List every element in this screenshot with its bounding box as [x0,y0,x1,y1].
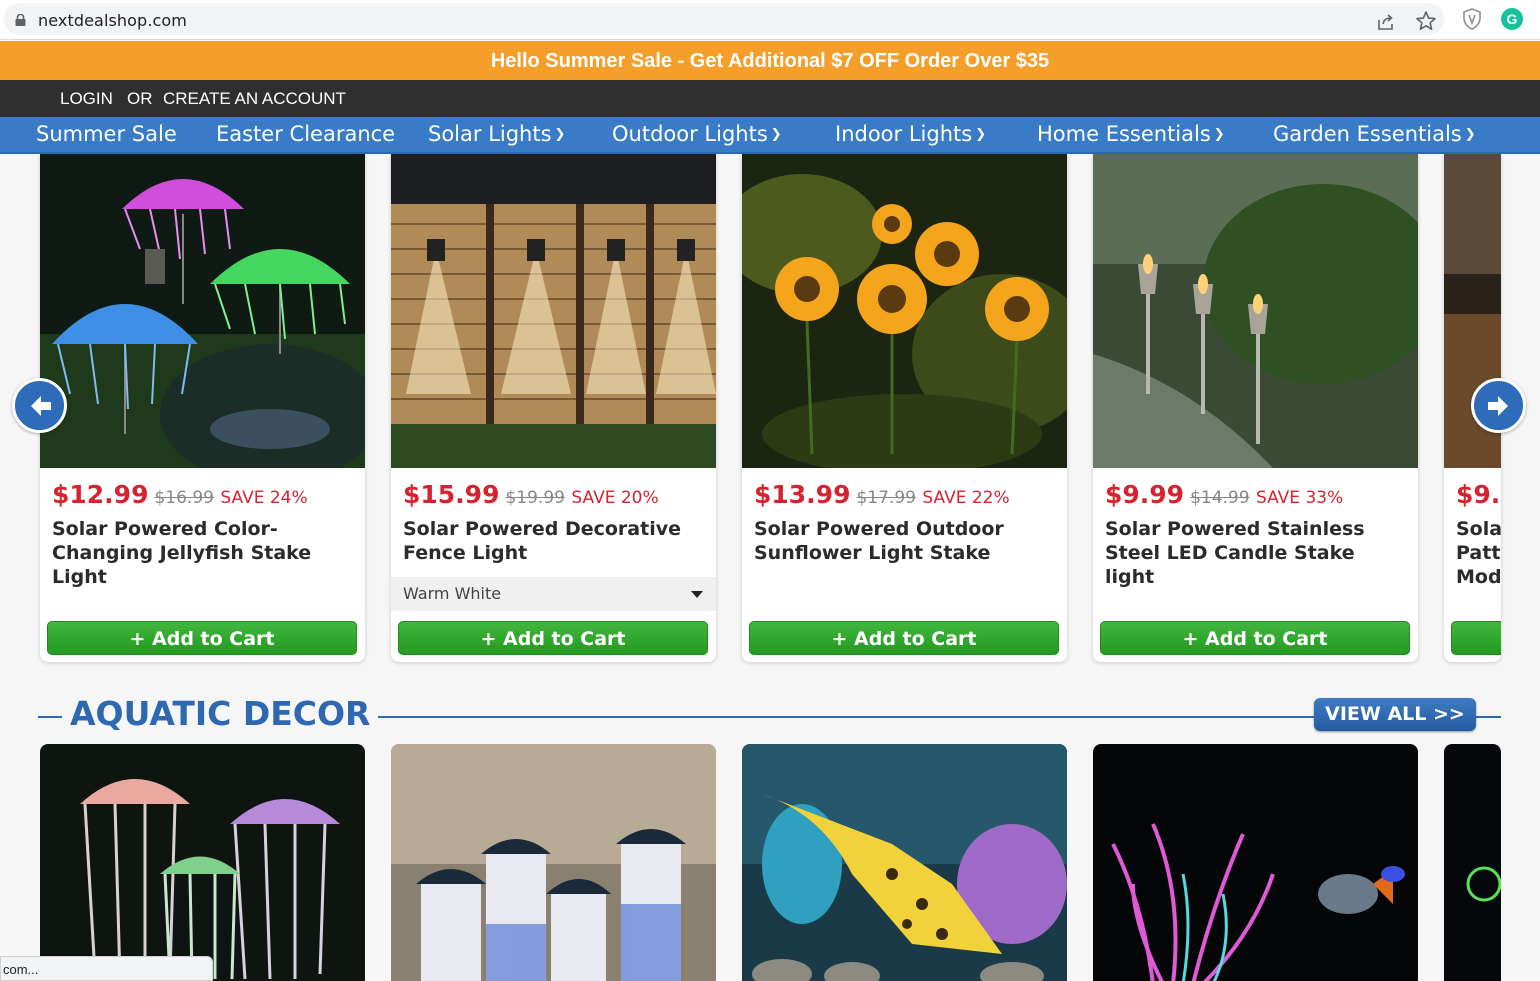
variant-value: Warm White [403,584,502,603]
save-badge: SAVE 20% [571,488,659,508]
product-image[interactable] [1093,154,1418,468]
star-icon[interactable] [1415,10,1437,32]
product-card: $13.99 $17.99 SAVE 22% Solar Powered Outd… [742,154,1067,662]
create-account-link[interactable]: CREATE AN ACCOUNT [163,80,346,117]
chevron-left-icon [31,396,51,416]
chevron-down-icon: ❯ [1213,127,1225,142]
price-row: $9.9 [1456,480,1501,509]
add-to-cart-button[interactable]: + Add to Cart [47,621,357,655]
promo-banner[interactable]: Hello Summer Sale - Get Additional $7 OF… [0,41,1540,80]
carousel-next-button[interactable] [1471,378,1526,433]
nav-item-garden-essentials[interactable]: Garden Essentials ❯ [1273,122,1476,146]
nav-item-outdoor-lights[interactable]: Outdoor Lights ❯ [612,122,782,146]
save-badge: SAVE 24% [220,488,308,508]
or-text: OR [127,89,153,108]
product-card: $12.99 $16.99 SAVE 24% Solar Powered Colo… [40,154,365,662]
browser-status-bar: com... [0,956,213,981]
nav-item-label: Outdoor Lights [612,122,768,146]
add-to-cart-button[interactable] [1451,621,1501,655]
product-image[interactable] [40,744,365,981]
save-badge: SAVE 33% [1256,488,1344,508]
price-row: $15.99 $19.99 SAVE 20% [403,480,659,509]
original-price: $17.99 [856,488,916,508]
login-link[interactable]: LOGIN [60,80,113,117]
product-card: $15.99 $19.99 SAVE 20% Solar Powered Deco… [391,154,716,662]
product-image[interactable] [742,744,1067,981]
sale-price: $9.99 [1105,480,1185,509]
nav-item-label: Garden Essentials [1273,122,1462,146]
view-all-button[interactable]: VIEW ALL >> [1314,698,1476,731]
product-title[interactable]: Solar Patte Mod [1456,517,1501,589]
nav-item-solar-lights[interactable]: Solar Lights ❯ [428,122,565,146]
save-badge: SAVE 22% [922,488,1010,508]
shield-icon[interactable] [1462,8,1482,30]
original-price: $16.99 [154,488,214,508]
price-row: $12.99 $16.99 SAVE 24% [52,480,308,509]
product-image[interactable] [742,154,1067,468]
original-price: $14.99 [1190,488,1250,508]
nav-item-summer-sale[interactable]: Summer Sale [36,122,177,146]
main-content: $12.99 $16.99 SAVE 24% Solar Powered Colo… [0,154,1540,981]
nav-item-label: Solar Lights [428,122,552,146]
sale-price: $9.9 [1456,480,1501,509]
product-card: $9.99 $14.99 SAVE 33% Solar Powered Stain… [1093,154,1418,662]
product-title[interactable]: Solar Powered Outdoor Sunflower Light St… [754,517,1059,565]
product-title[interactable]: Solar Powered Stainless Steel LED Candle… [1105,517,1410,589]
nav-item-label: Home Essentials [1037,122,1211,146]
chevron-down-icon: ❯ [770,127,782,142]
product-image[interactable] [391,154,716,468]
product-image[interactable] [1093,744,1418,981]
nav-item-label: Easter Clearance [216,122,396,146]
nav-item-label: Summer Sale [36,122,177,146]
add-to-cart-button[interactable]: + Add to Cart [398,621,708,655]
product-title[interactable]: Solar Powered Decorative Fence Light [403,517,708,565]
carousel-prev-button[interactable] [12,378,67,433]
nav-item-home-essentials[interactable]: Home Essentials ❯ [1037,122,1225,146]
variant-select[interactable]: Warm White [391,577,716,611]
sale-price: $15.99 [403,480,500,509]
original-price: $19.99 [505,488,565,508]
chevron-down-icon: ❯ [975,127,987,142]
nav-item-indoor-lights[interactable]: Indoor Lights ❯ [835,122,986,146]
lock-icon [15,14,26,26]
url-text[interactable]: nextdealshop.com [38,11,187,30]
nav-item-label: Indoor Lights [835,122,973,146]
section-title: AQUATIC DECOR [62,694,379,733]
product-image[interactable] [391,744,716,981]
browser-toolbar: nextdealshop.com G [0,0,1540,40]
account-bar: LOGIN OR CREATE AN ACCOUNT [0,80,1540,117]
sale-price: $12.99 [52,480,149,509]
chevron-down-icon [691,591,703,598]
product-image[interactable] [1444,744,1501,981]
chevron-down-icon: ❯ [554,127,566,142]
add-to-cart-button[interactable]: + Add to Cart [749,621,1059,655]
add-to-cart-button[interactable]: + Add to Cart [1100,621,1410,655]
product-title[interactable]: Solar Powered Color-Changing Jellyfish S… [52,517,357,589]
chevron-right-icon [1488,396,1508,416]
sale-price: $13.99 [754,480,851,509]
nav-item-easter-clearance[interactable]: Easter Clearance [216,122,395,146]
main-nav: Summer Sale Easter Clearance Solar Light… [0,117,1540,154]
price-row: $9.99 $14.99 SAVE 33% [1105,480,1343,509]
chevron-down-icon: ❯ [1464,127,1476,142]
price-row: $13.99 $17.99 SAVE 22% [754,480,1010,509]
product-image[interactable] [40,154,365,468]
address-bar[interactable]: nextdealshop.com [4,3,1444,35]
share-icon[interactable] [1376,12,1396,32]
grammarly-icon[interactable]: G [1501,8,1523,30]
